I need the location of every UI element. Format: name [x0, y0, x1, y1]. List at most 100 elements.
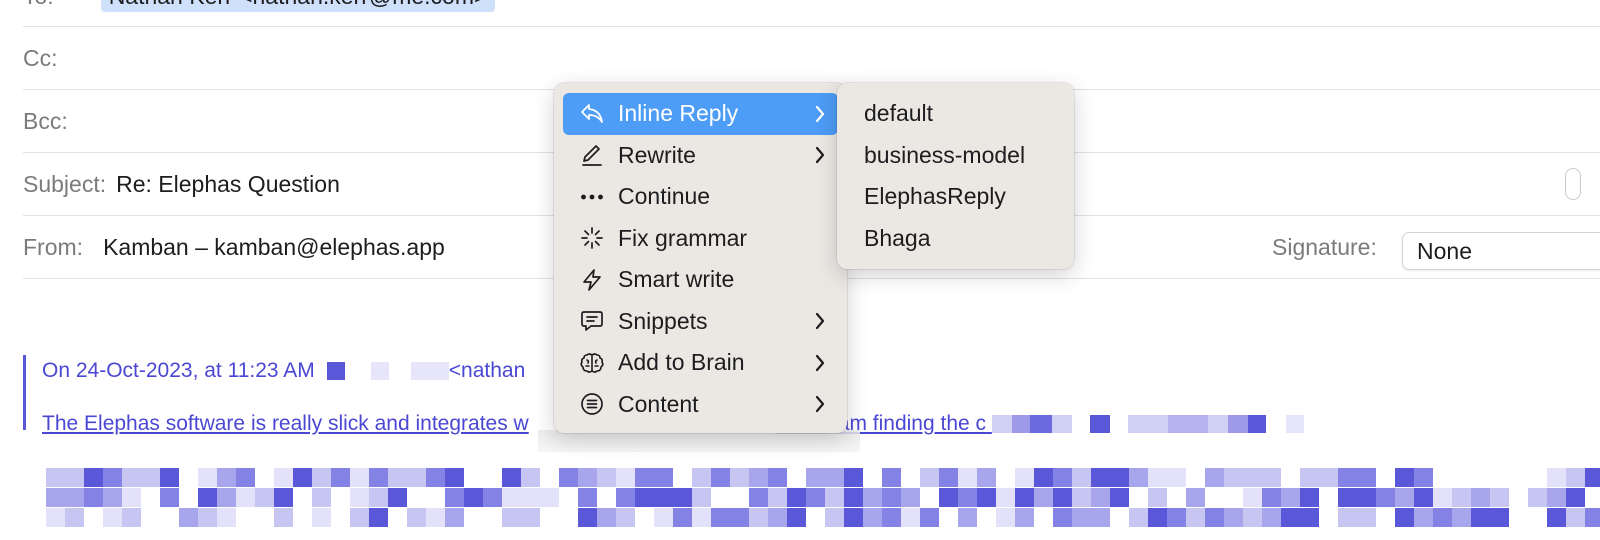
- redaction-pixel: [1471, 508, 1490, 527]
- chevron-right-icon: [815, 147, 825, 164]
- signature-select[interactable]: None: [1402, 232, 1600, 270]
- submenu-item-business-model[interactable]: business-model: [837, 135, 1074, 177]
- subject-field[interactable]: Re: Elephas Question: [116, 171, 340, 198]
- redaction-pixel: [464, 488, 483, 507]
- redaction-pixel: [1167, 468, 1186, 487]
- menu-item-rewrite[interactable]: Rewrite: [563, 135, 838, 177]
- window-edge-control[interactable]: [1565, 168, 1581, 200]
- redaction-pixel: [1585, 508, 1600, 527]
- redaction-pixel: [141, 468, 160, 487]
- redaction-pixel: [1148, 508, 1167, 527]
- redaction-pixel: [1452, 508, 1471, 527]
- redaction-pixel: [1072, 468, 1091, 487]
- redaction-pixel: [787, 488, 806, 507]
- redaction-pixel: [483, 488, 502, 507]
- redaction-pixel: [1243, 508, 1262, 527]
- redaction-pixel: [369, 488, 388, 507]
- menu-item-continue[interactable]: Continue: [563, 176, 838, 218]
- redaction-pixel: [1186, 468, 1205, 487]
- speech-bubble-icon: [577, 306, 607, 336]
- redaction-pixel: [958, 488, 977, 507]
- redaction-pixel: [1129, 508, 1148, 527]
- cc-row[interactable]: Cc:: [23, 27, 1600, 90]
- submenu-item-bhaga[interactable]: Bhaga: [837, 218, 1074, 260]
- redaction-pixel: [84, 468, 103, 487]
- redaction-pixel: [160, 488, 179, 507]
- menu-item-label: Inline Reply: [618, 100, 739, 127]
- to-recipient-chip[interactable]: Nathan Kerr <nathan.kerr@me.com>: [100, 0, 496, 12]
- redaction-pixel: [122, 508, 141, 527]
- redaction-pixel: [901, 488, 920, 507]
- redaction-pixel: [787, 508, 806, 527]
- redaction-pixel: [825, 468, 844, 487]
- submenu-item-elephasreply[interactable]: ElephasReply: [837, 176, 1074, 218]
- redaction-pixel: [844, 488, 863, 507]
- redaction-pixel: [1300, 468, 1319, 487]
- redaction-pixel: [312, 468, 331, 487]
- redaction-pixel: [1110, 468, 1129, 487]
- redaction-pixel: [46, 468, 65, 487]
- redaction-pixel: [1528, 468, 1547, 487]
- cc-label: Cc:: [23, 44, 58, 71]
- redaction-pixel: [1452, 468, 1471, 487]
- redaction-pixel: [293, 468, 312, 487]
- redaction-pixel: [1243, 468, 1262, 487]
- redaction-pixel: [65, 508, 84, 527]
- redaction-pixel: [1414, 508, 1433, 527]
- redaction-pixel: [274, 488, 293, 507]
- redaction-pixel: [882, 508, 901, 527]
- menu-item-label: Snippets: [618, 307, 708, 334]
- redaction-pixel: [160, 508, 179, 527]
- redaction-pixel: [1414, 488, 1433, 507]
- redaction-pixel: [1528, 508, 1547, 527]
- redaction-pixel: [1509, 488, 1528, 507]
- redaction-pixel: [692, 508, 711, 527]
- redaction-pixel: [274, 468, 293, 487]
- redaction-pixel: [1547, 468, 1566, 487]
- redaction-pixel: [1091, 488, 1110, 507]
- redaction-pixel: [673, 508, 692, 527]
- submenu-item-default[interactable]: default: [837, 93, 1074, 135]
- redaction-pixel: [1338, 488, 1357, 507]
- from-account-select[interactable]: Kamban – kamban@elephas.app: [103, 234, 445, 261]
- menu-item-snippets[interactable]: Snippets: [563, 301, 838, 343]
- menu-item-smart-write[interactable]: Smart write: [563, 259, 838, 301]
- brain-icon: [577, 348, 607, 378]
- redaction-pixel: [1338, 468, 1357, 487]
- menu-item-inline-reply[interactable]: Inline Reply: [563, 93, 838, 135]
- redaction-pixel: [1167, 508, 1186, 527]
- menu-item-content[interactable]: Content: [563, 384, 838, 426]
- redaction-pixel: [578, 468, 597, 487]
- redaction-pixel: [103, 468, 122, 487]
- redaction-pixel: [236, 468, 255, 487]
- redaction-pixel: [331, 508, 350, 527]
- redaction-pixel: [312, 508, 331, 527]
- redaction-pixel: [1566, 488, 1585, 507]
- redaction-pixel: [483, 468, 502, 487]
- redaction-pixel: [502, 508, 521, 527]
- menu-item-fix-grammar[interactable]: Fix grammar: [563, 218, 838, 260]
- redaction-pixel: [426, 468, 445, 487]
- redacted-text: [991, 412, 1304, 435]
- redaction-pixel: [1319, 508, 1338, 527]
- redaction-pixel: [1433, 508, 1452, 527]
- signature-select-value: None: [1417, 237, 1472, 264]
- redaction-pixel: [1509, 468, 1528, 487]
- redaction-pixel: [1053, 468, 1072, 487]
- redaction-pixel: [977, 488, 996, 507]
- redaction-pixel: [996, 468, 1015, 487]
- redaction-pixel: [1471, 468, 1490, 487]
- chevron-right-icon: [815, 313, 825, 330]
- inline-reply-submenu: default business-model ElephasReply Bhag…: [837, 83, 1074, 269]
- redaction-pixel: [1452, 488, 1471, 507]
- redaction-pixel: [464, 508, 483, 527]
- redaction-pixel: [198, 468, 217, 487]
- redacted-body-text: [46, 468, 1600, 530]
- menu-item-label: Fix grammar: [618, 224, 748, 251]
- menu-item-add-to-brain[interactable]: Add to Brain: [563, 342, 838, 384]
- redaction-pixel: [46, 488, 65, 507]
- redaction-pixel: [806, 468, 825, 487]
- redaction-pixel: [1224, 468, 1243, 487]
- redaction-pixel: [768, 508, 787, 527]
- redaction-pixel: [597, 468, 616, 487]
